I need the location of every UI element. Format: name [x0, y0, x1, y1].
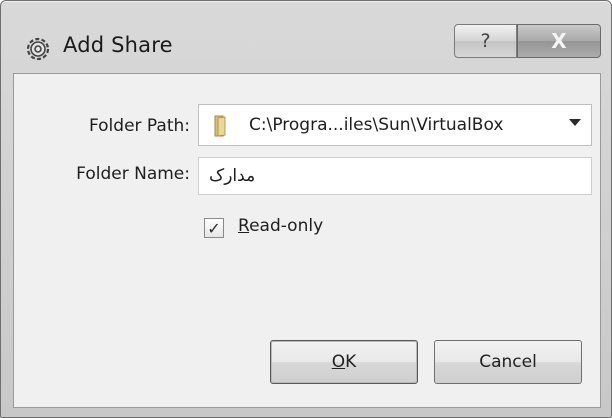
- read-only-checkbox[interactable]: ✓: [204, 218, 224, 238]
- folder-icon: [214, 115, 226, 137]
- ok-label-text: K: [345, 352, 357, 372]
- folder-path-combobox[interactable]: C:\Progra...iles\Sun\VirtualBox: [198, 104, 592, 146]
- help-icon: ?: [480, 30, 491, 52]
- ok-button[interactable]: OK: [270, 340, 418, 384]
- title-bar: Add Share ? X: [1, 1, 612, 73]
- read-only-label-text: ead-only: [249, 216, 324, 236]
- dialog-window: Add Share ? X Folder Path: C:\Progra...i…: [0, 0, 612, 418]
- read-only-mnemonic: R: [238, 216, 250, 236]
- close-button[interactable]: X: [517, 24, 601, 58]
- folder-name-input[interactable]: مدارک: [198, 157, 592, 195]
- help-button[interactable]: ?: [454, 24, 517, 58]
- ok-mnemonic: O: [331, 352, 346, 372]
- checkmark-icon: ✓: [207, 218, 221, 238]
- window-title: Add Share: [63, 33, 173, 57]
- chevron-down-icon[interactable]: [569, 119, 581, 126]
- gear-icon: [26, 37, 50, 61]
- dialog-body: Folder Path: C:\Progra...iles\Sun\Virtua…: [13, 73, 601, 408]
- read-only-label[interactable]: Read-only: [238, 216, 323, 236]
- folder-path-value: C:\Progra...iles\Sun\VirtualBox: [249, 115, 504, 135]
- cancel-button[interactable]: Cancel: [434, 340, 582, 384]
- folder-name-value: مدارک: [209, 166, 256, 186]
- folder-name-label: Folder Name:: [76, 164, 190, 184]
- close-icon: X: [551, 29, 567, 53]
- folder-path-label: Folder Path:: [88, 116, 190, 136]
